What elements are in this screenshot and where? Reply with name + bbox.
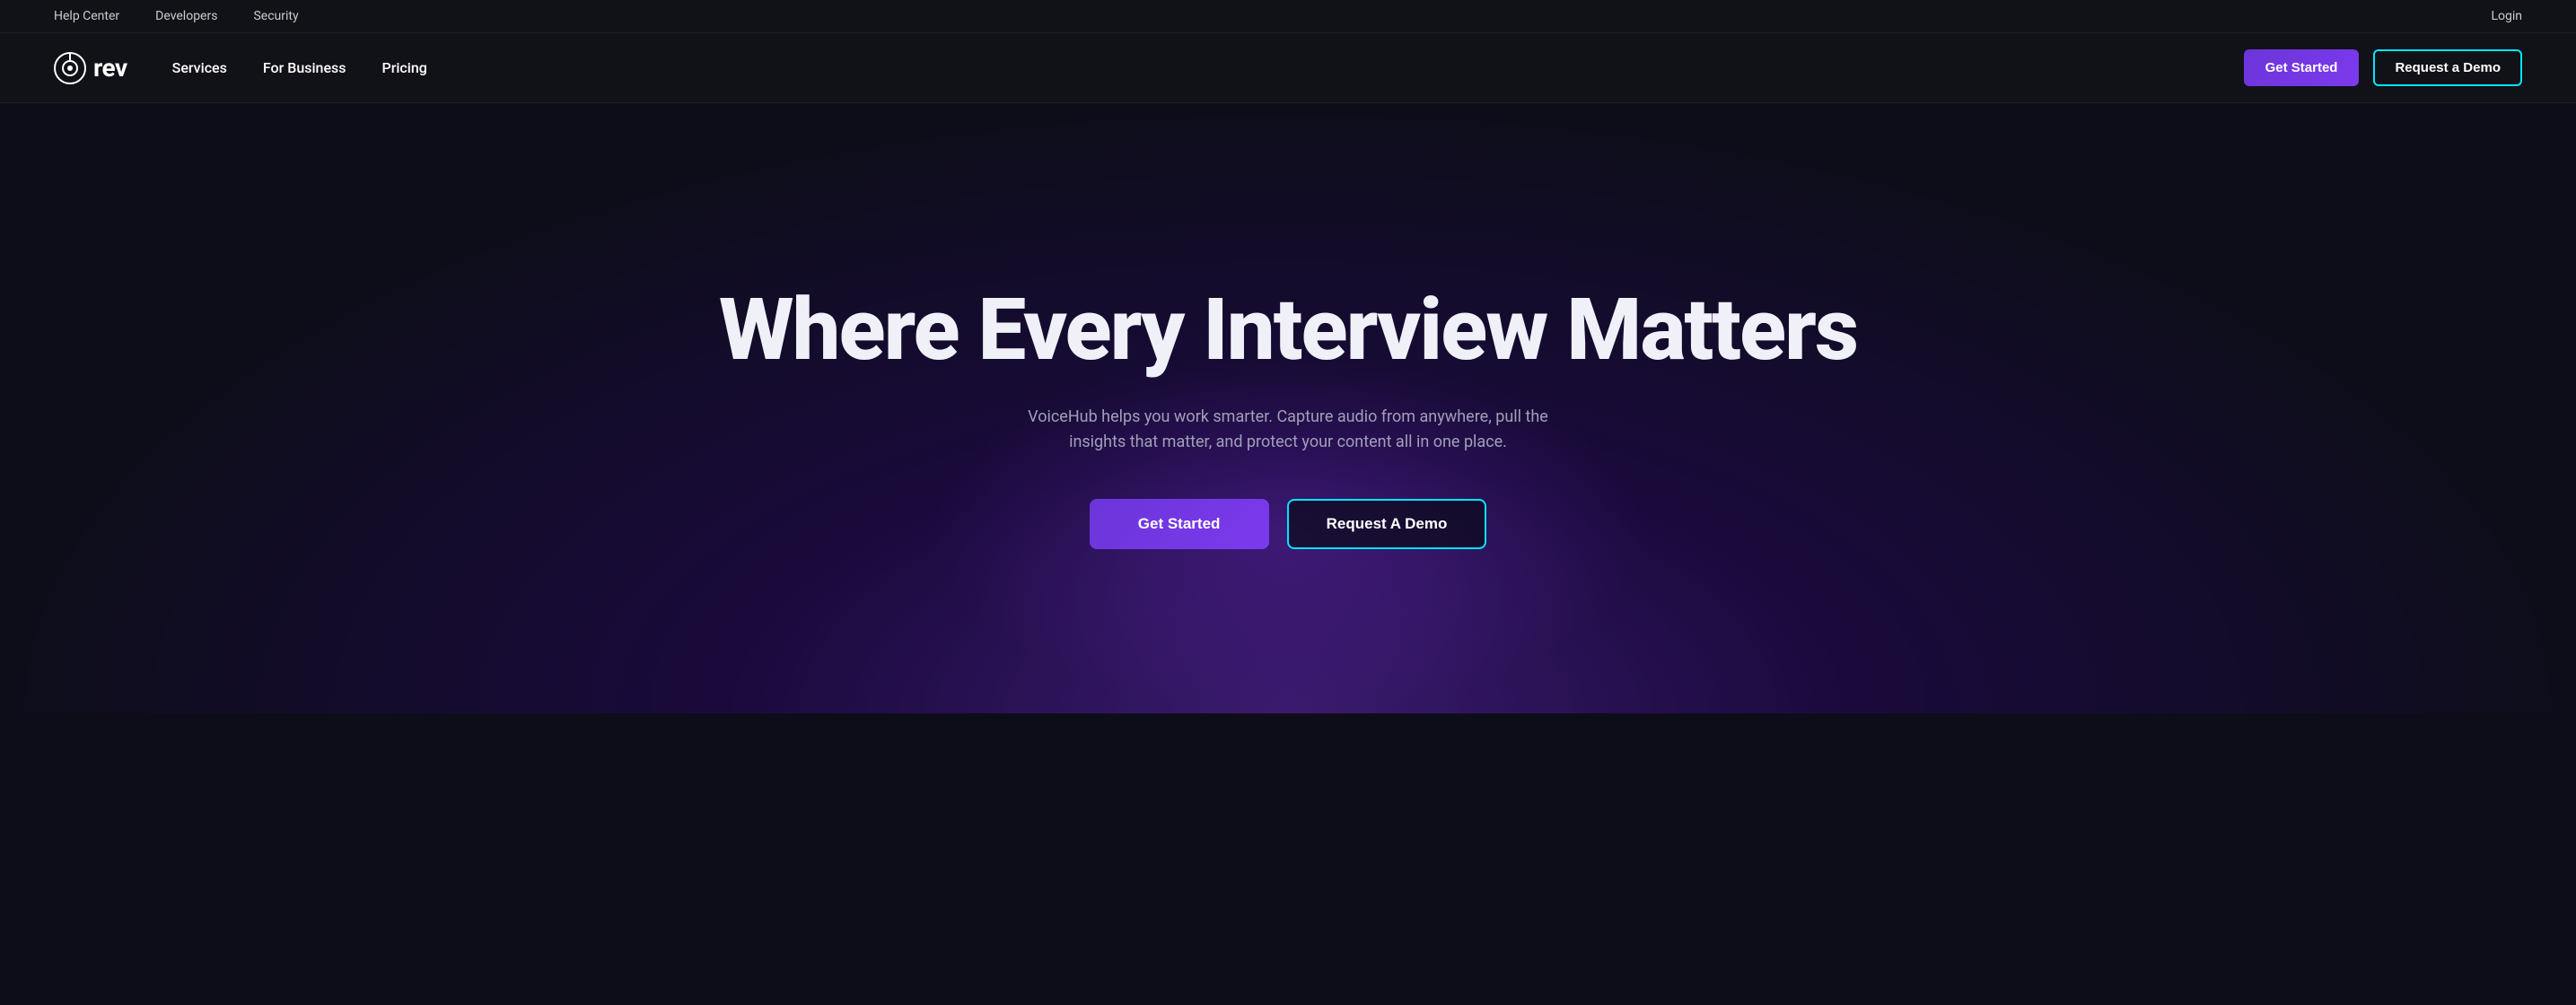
hero-subtitle: VoiceHub helps you work smarter. Capture… bbox=[1019, 405, 1557, 457]
nav-left: rev Services For Business Pricing bbox=[54, 52, 427, 84]
utility-bar: Help Center Developers Security Login bbox=[0, 0, 2576, 33]
security-link[interactable]: Security bbox=[253, 9, 298, 23]
hero-buttons: Get Started Request A Demo bbox=[1090, 499, 1487, 549]
rev-logo-icon bbox=[54, 52, 86, 84]
nav-for-business[interactable]: For Business bbox=[263, 59, 346, 76]
nav-request-demo-button[interactable]: Request a Demo bbox=[2373, 49, 2522, 86]
nav-pricing[interactable]: Pricing bbox=[381, 59, 426, 76]
nav-services[interactable]: Services bbox=[172, 59, 227, 76]
nav-right: Get Started Request a Demo bbox=[2244, 49, 2522, 86]
nav-links: Services For Business Pricing bbox=[172, 59, 427, 76]
hero-title: Where Every Interview Matters bbox=[719, 285, 1857, 376]
main-nav: rev Services For Business Pricing Get St… bbox=[0, 33, 2576, 103]
help-center-link[interactable]: Help Center bbox=[54, 9, 119, 23]
hero-get-started-button[interactable]: Get Started bbox=[1090, 499, 1269, 549]
utility-links: Help Center Developers Security bbox=[54, 9, 299, 23]
nav-get-started-button[interactable]: Get Started bbox=[2244, 49, 2360, 86]
hero-section: Where Every Interview Matters VoiceHub h… bbox=[0, 103, 2576, 713]
login-link[interactable]: Login bbox=[2491, 9, 2522, 23]
hero-request-demo-button[interactable]: Request A Demo bbox=[1287, 499, 1487, 549]
logo-text: rev bbox=[93, 53, 127, 83]
logo[interactable]: rev bbox=[54, 52, 127, 84]
developers-link[interactable]: Developers bbox=[155, 9, 217, 23]
